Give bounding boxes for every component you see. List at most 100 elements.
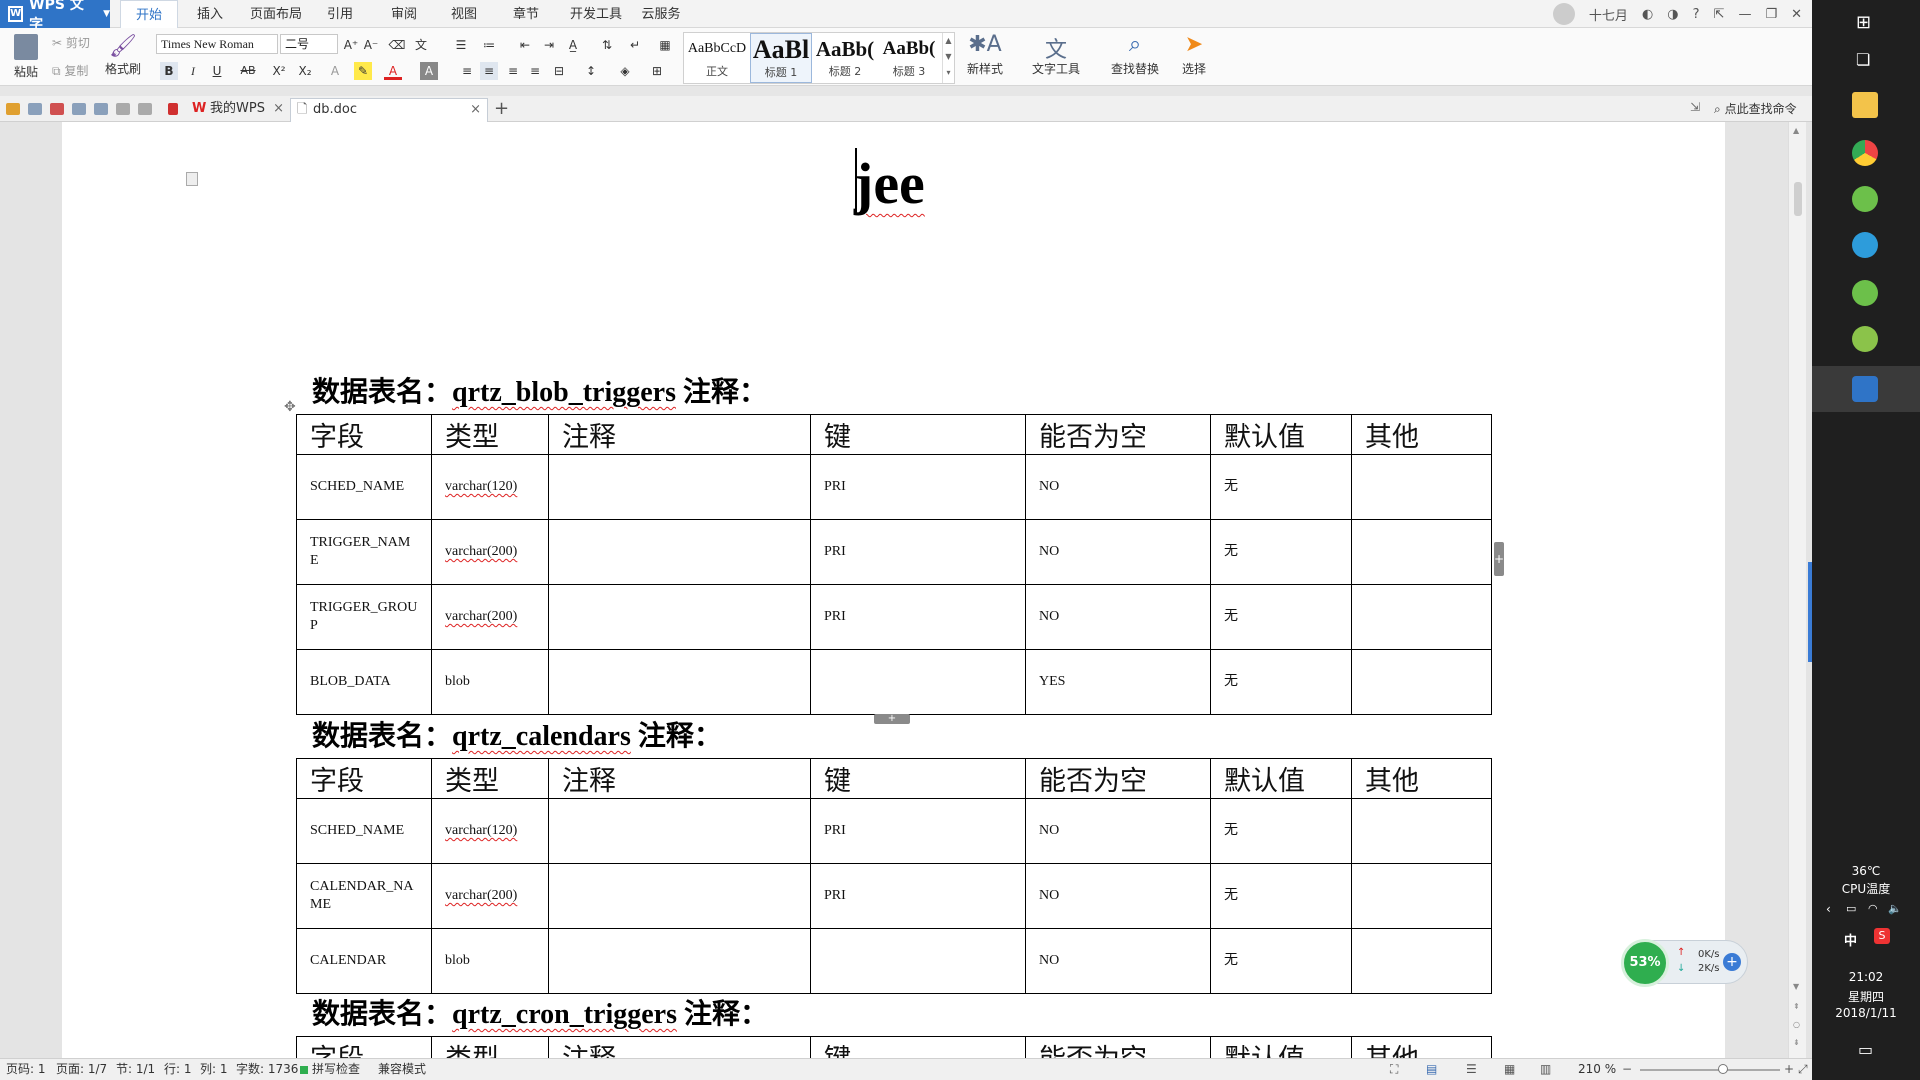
menu-developer[interactable]: 开发工具 (564, 0, 628, 28)
table-cell[interactable]: 无 (1210, 649, 1352, 715)
table-cell[interactable] (548, 519, 811, 585)
wps-app-icon[interactable] (1852, 376, 1878, 402)
redo-icon[interactable] (138, 103, 152, 115)
save-icon[interactable] (28, 103, 42, 115)
table-cell[interactable] (1351, 798, 1492, 864)
app-menu-button[interactable]: W WPS 文字 ▼ (0, 0, 110, 33)
close-icon[interactable]: × (273, 98, 284, 120)
chevron-up-icon[interactable]: ‹ (1826, 902, 1831, 916)
table-cell[interactable] (548, 649, 811, 715)
add-column-handle[interactable]: + (1494, 542, 1504, 576)
table-cell[interactable]: 无 (1210, 584, 1352, 650)
grow-font-icon[interactable]: A⁺ (342, 36, 360, 54)
strikethrough-button[interactable]: AB (236, 62, 260, 80)
new-style-button[interactable]: ✱A 新样式 (960, 32, 1010, 77)
align-center-icon[interactable]: ≡ (480, 62, 498, 80)
table-cell[interactable]: PRI (810, 454, 1026, 520)
table-cell[interactable] (548, 928, 811, 994)
task-view-icon[interactable]: ❏ (1856, 50, 1870, 69)
table-cell[interactable]: CALENDAR_NAME (296, 863, 432, 929)
table-cell[interactable]: varchar(120) (431, 454, 549, 520)
superscript-icon[interactable]: X² (270, 62, 288, 80)
table-grid-icon[interactable]: ▦ (656, 36, 674, 54)
table-cell[interactable]: NO (1025, 798, 1211, 864)
web-view-icon[interactable]: ▦ (1504, 1059, 1515, 1080)
table-cell[interactable]: PRI (810, 519, 1026, 585)
help-icon[interactable]: ? (1693, 7, 1700, 22)
font-size-select[interactable]: 二号 (280, 34, 338, 54)
command-search[interactable]: ⌕ 点此查找命令 (1714, 100, 1797, 117)
table-cell[interactable]: NO (1025, 519, 1211, 585)
table-cell[interactable]: TRIGGER_GROUP (296, 584, 432, 650)
export-pdf-icon[interactable] (50, 103, 64, 115)
char-shading-icon[interactable]: A (420, 62, 438, 80)
paragraph-shading-icon[interactable]: ◈ (616, 62, 634, 80)
table-cell[interactable]: SCHED_NAME (296, 454, 432, 520)
paste-button[interactable]: 粘贴 (8, 34, 44, 80)
document-page[interactable]: jee ✥ 数据表名：qrtz_blob_triggers 注释： 字段 类型 … (62, 122, 1725, 1058)
menu-insert[interactable]: 插入 (188, 0, 232, 28)
table-cell[interactable]: SCHED_NAME (296, 798, 432, 864)
table-cell[interactable] (548, 798, 811, 864)
bold-button[interactable]: B (160, 62, 178, 80)
menu-references[interactable]: 引用 (318, 0, 362, 28)
align-left-icon[interactable]: ≡ (458, 62, 476, 80)
data-table[interactable]: 字段 类型 注释 键 能否为空 默认值 其他 SCHED_NAME varcha… (296, 758, 1492, 994)
print-icon[interactable] (72, 103, 86, 115)
table-move-icon[interactable]: ✥ (284, 400, 298, 414)
table-cell[interactable]: blob (431, 928, 549, 994)
table-cell[interactable]: PRI (810, 798, 1026, 864)
open-icon[interactable] (6, 103, 20, 115)
scroll-up-icon[interactable]: ▲ (1793, 126, 1799, 135)
table-cell[interactable]: varchar(120) (431, 798, 549, 864)
undo-icon[interactable] (116, 103, 130, 115)
table-cell[interactable] (1351, 928, 1492, 994)
table-cell[interactable] (1351, 649, 1492, 715)
app-leaf-icon[interactable] (1852, 186, 1878, 212)
zoom-level[interactable]: 210 % (1578, 1059, 1616, 1080)
cut-button[interactable]: ✂ 剪切 (52, 34, 98, 51)
table-cell[interactable]: PRI (810, 584, 1026, 650)
scroll-thumb[interactable] (1794, 182, 1802, 216)
notification-icon[interactable]: ▭ (1858, 1040, 1873, 1059)
table-cell[interactable]: blob (431, 649, 549, 715)
prev-page-icon[interactable]: ⇞ (1793, 1002, 1800, 1011)
table-cell[interactable]: BLOB_DATA (296, 649, 432, 715)
user-name[interactable]: 十七月 (1589, 5, 1628, 24)
table-cell[interactable]: CALENDAR (296, 928, 432, 994)
tab-db-doc[interactable]: 🗋 db.doc × (290, 98, 488, 122)
maximize-icon[interactable]: ❐ (1765, 7, 1777, 22)
table-cell[interactable]: 无 (1210, 454, 1352, 520)
table-cell[interactable] (1351, 584, 1492, 650)
volume-icon[interactable]: 🔈 (1888, 902, 1902, 915)
zoom-in-icon[interactable]: + (1784, 1059, 1794, 1080)
wifi-icon[interactable]: ◠ (1868, 902, 1878, 915)
reading-view-icon[interactable]: ▥ (1540, 1059, 1551, 1080)
table-cell[interactable]: NO (1025, 454, 1211, 520)
numbering-icon[interactable]: ≔ (480, 36, 498, 54)
status-pages[interactable]: 页面: 1/7 (56, 1059, 107, 1080)
menu-cloud[interactable]: 云服务 (636, 0, 686, 28)
collapse-ribbon-icon[interactable]: ⇲ (1690, 100, 1700, 114)
clock-time[interactable]: 21:02 (1812, 970, 1920, 984)
close-icon[interactable]: × (470, 99, 481, 121)
add-row-handle[interactable]: + (874, 714, 910, 724)
chrome-icon[interactable] (1852, 140, 1878, 166)
table-cell[interactable]: YES (1025, 649, 1211, 715)
tab-my-wps[interactable]: W 我的WPS × (188, 98, 288, 122)
print-preview-icon[interactable] (94, 103, 108, 115)
scroll-down-icon[interactable]: ▼ (1793, 982, 1799, 991)
page-layout-icon[interactable] (186, 172, 198, 186)
phonetic-icon[interactable]: 文 (412, 36, 430, 54)
avatar[interactable] (1552, 3, 1575, 25)
data-table[interactable]: 字段 类型 注释 键 能否为空 默认值 其他 (296, 1036, 1492, 1058)
find-replace-button[interactable]: ⌕ 查找替换 (1104, 32, 1166, 77)
table-cell[interactable]: PRI (810, 863, 1026, 929)
next-page-icon[interactable]: ⇟ (1793, 1038, 1800, 1047)
table-cell[interactable]: 无 (1210, 519, 1352, 585)
font-name-select[interactable]: Times New Roman (156, 34, 278, 54)
fit-page-icon[interactable]: ⛶ (1390, 1059, 1398, 1080)
new-tab-icon[interactable]: + (494, 98, 509, 119)
ime-indicator[interactable]: 中 (1844, 930, 1857, 949)
distribute-icon[interactable]: ⊟ (550, 62, 568, 80)
